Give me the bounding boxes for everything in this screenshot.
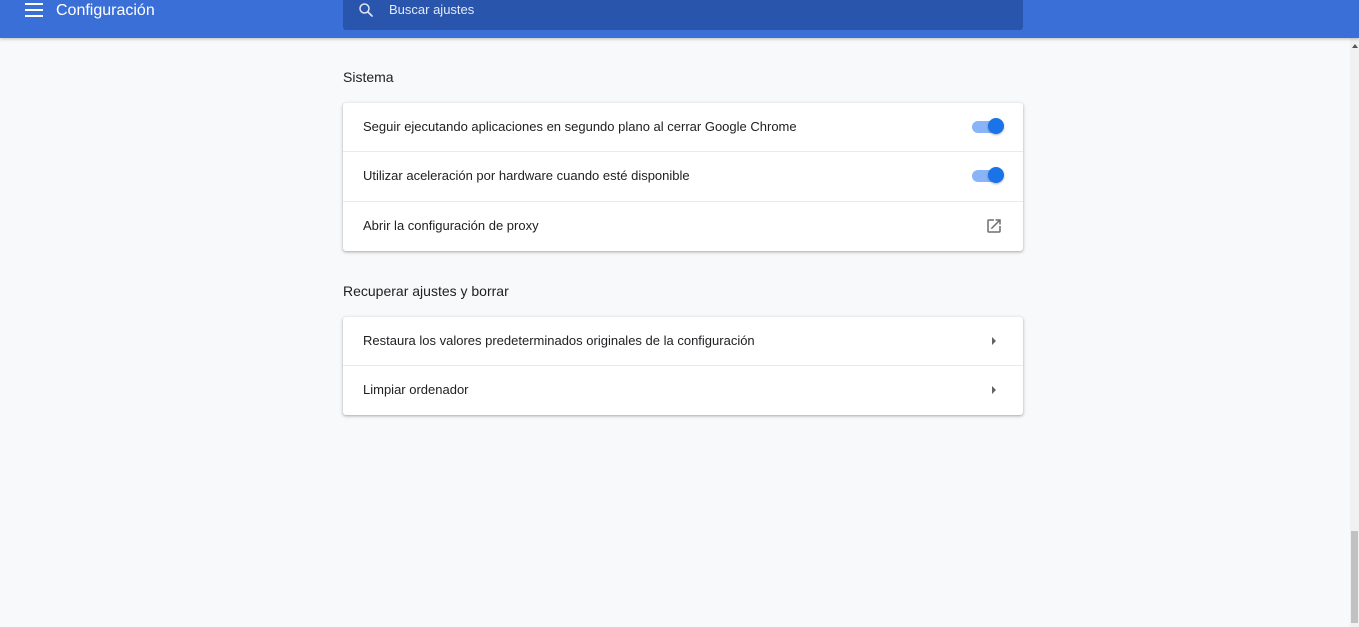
row-label: Abrir la configuración de proxy [363, 218, 539, 233]
sistema-card: Seguir ejecutando aplicaciones en segund… [343, 103, 1023, 251]
row-label: Seguir ejecutando aplicaciones en segund… [363, 119, 797, 134]
top-app-bar: Configuración [0, 0, 1359, 38]
background-apps-toggle[interactable] [972, 118, 1004, 134]
section-title-sistema: Sistema [343, 69, 394, 85]
row-label: Utilizar aceleración por hardware cuando… [363, 168, 690, 183]
search-input[interactable] [389, 0, 989, 20]
arrow-right-icon[interactable] [989, 385, 999, 395]
row-clean-computer[interactable]: Limpiar ordenador [343, 365, 1023, 415]
row-label: Restaura los valores predeterminados ori… [363, 333, 755, 348]
hardware-acceleration-toggle[interactable] [972, 167, 1004, 183]
row-hardware-acceleration[interactable]: Utilizar aceleración por hardware cuando… [343, 151, 1023, 201]
row-label: Limpiar ordenador [363, 382, 469, 397]
external-link-icon[interactable] [985, 217, 1003, 235]
reset-card: Restaura los valores predeterminados ori… [343, 317, 1023, 415]
search-icon [359, 3, 373, 17]
hamburger-menu-icon[interactable] [25, 3, 43, 17]
row-proxy-settings[interactable]: Abrir la configuración de proxy [343, 201, 1023, 251]
row-background-apps[interactable]: Seguir ejecutando aplicaciones en segund… [343, 103, 1023, 151]
scrollbar-thumb[interactable] [1351, 531, 1358, 623]
row-restore-defaults[interactable]: Restaura los valores predeterminados ori… [343, 317, 1023, 365]
scroll-up-arrow-icon[interactable] [1352, 44, 1358, 48]
page-title: Configuración [56, 2, 155, 19]
search-box[interactable] [343, 0, 1023, 30]
arrow-right-icon[interactable] [989, 336, 999, 346]
section-title-reset: Recuperar ajustes y borrar [343, 283, 509, 299]
